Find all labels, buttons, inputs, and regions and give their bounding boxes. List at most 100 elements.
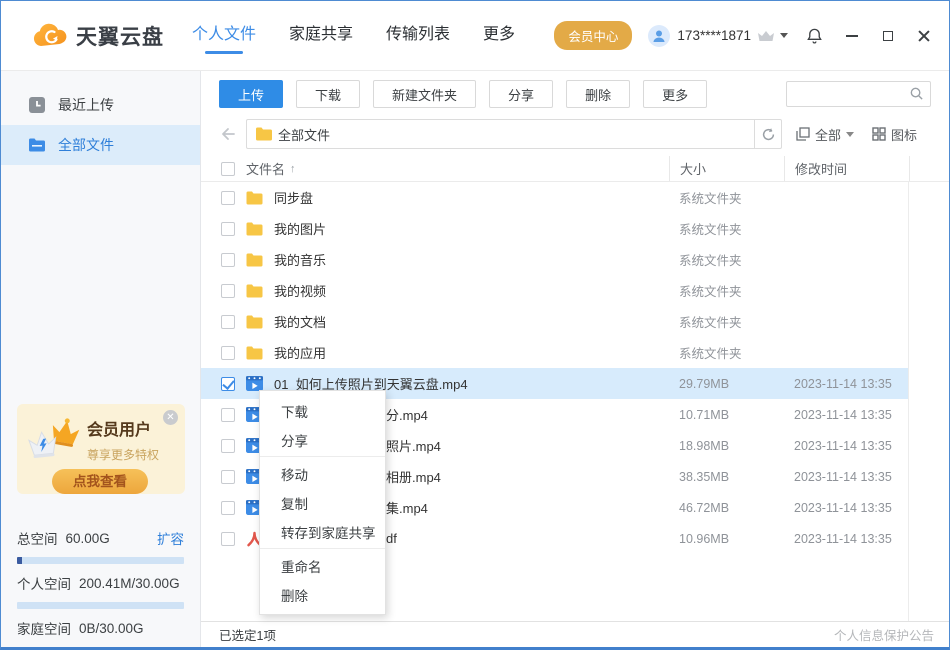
row-checkbox[interactable] (221, 470, 235, 484)
file-name: 我的视频 (274, 281, 669, 300)
file-date: 2023-11-14 13:35 (784, 532, 909, 546)
personal-space-value: 200.41M/30.00G (79, 576, 180, 591)
toolbar-button[interactable]: 新建文件夹 (373, 80, 476, 108)
file-size: 29.79MB (669, 377, 784, 391)
cloud-logo-icon (31, 23, 69, 49)
table-row[interactable]: 我的图片 系统文件夹 (201, 213, 949, 244)
column-size[interactable]: 大小 (669, 156, 784, 181)
context-menu-item[interactable]: 重命名 (260, 551, 385, 580)
search-icon[interactable] (909, 86, 924, 101)
column-date[interactable]: 修改时间 (784, 156, 909, 181)
row-checkbox[interactable] (221, 253, 235, 267)
grid-view-icon (872, 127, 886, 141)
folder-icon (246, 191, 263, 205)
back-button[interactable] (219, 126, 236, 142)
nav-tab[interactable]: 家庭共享 (289, 14, 353, 58)
context-menu-item[interactable]: 下载 (260, 396, 385, 425)
row-checkbox[interactable] (221, 377, 235, 391)
filter-dropdown[interactable]: 全部 (796, 125, 854, 144)
context-menu: 下载 分享 移动 复制 转存到家庭共享 重命名 删除 (259, 390, 386, 615)
sidebar: 最近上传 全部文件 (1, 71, 201, 647)
address-bar[interactable]: 全部文件 (246, 119, 782, 149)
title-bar: 天翼云盘 个人文件 家庭共享 传输列表 更多 会员中心 173****1871 (1, 1, 949, 71)
user-avatar[interactable] (648, 25, 670, 47)
clock-icon (29, 97, 45, 113)
total-space-label: 总空间 (17, 528, 58, 548)
row-checkbox[interactable] (221, 532, 235, 546)
row-checkbox[interactable] (221, 501, 235, 515)
expand-storage-link[interactable]: 扩容 (157, 528, 184, 548)
promo-cta-button[interactable]: 点我查看 (52, 469, 148, 494)
file-size: 系统文件夹 (669, 343, 784, 362)
sidebar-item[interactable]: 全部文件 (1, 125, 200, 165)
table-row[interactable]: 我的音乐 系统文件夹 (201, 244, 949, 275)
account-dropdown-caret[interactable] (780, 33, 788, 38)
toolbar-button[interactable]: 删除 (566, 80, 630, 108)
context-menu-item[interactable]: 删除 (260, 580, 385, 609)
family-space-label: 家庭空间 (17, 618, 71, 638)
person-icon (651, 28, 667, 44)
close-icon (918, 30, 930, 42)
folder-icon (246, 346, 263, 360)
column-name[interactable]: 文件名 (246, 159, 285, 178)
vip-promo-banner[interactable]: ✕ 会员 (17, 404, 185, 494)
header-right: 会员中心 173****1871 (554, 21, 931, 50)
toolbar-button[interactable]: 分享 (489, 80, 553, 108)
file-date: 2023-11-14 13:35 (784, 408, 909, 422)
maximize-button[interactable] (881, 29, 895, 43)
app-logo: 天翼云盘 (31, 21, 164, 51)
app-window: 天翼云盘 个人文件 家庭共享 传输列表 更多 会员中心 173****1871 (0, 0, 950, 650)
toolbar-button[interactable]: 上传 (219, 80, 283, 108)
folder-icon (29, 138, 45, 152)
file-name: 我的音乐 (274, 250, 669, 269)
row-checkbox[interactable] (221, 439, 235, 453)
row-checkbox[interactable] (221, 222, 235, 236)
close-button[interactable] (917, 29, 931, 43)
view-mode-toggle[interactable]: 图标 (872, 125, 917, 144)
privacy-notice-link[interactable]: 个人信息保护公告 (834, 625, 934, 644)
promo-close-icon[interactable]: ✕ (163, 410, 178, 425)
selection-count: 已选定1项 (219, 625, 276, 644)
notification-bell-icon[interactable] (806, 27, 823, 45)
family-space-bar (17, 602, 184, 609)
row-checkbox[interactable] (221, 191, 235, 205)
context-menu-item[interactable]: 转存到家庭共享 (260, 517, 385, 549)
context-menu-item[interactable]: 移动 (260, 459, 385, 488)
view-controls: 全部 图标 (796, 125, 917, 144)
refresh-button[interactable] (754, 120, 781, 148)
nav-tab[interactable]: 更多 (483, 14, 515, 58)
select-all-checkbox[interactable] (221, 162, 235, 176)
row-checkbox[interactable] (221, 315, 235, 329)
file-name: 同步盘 (274, 188, 669, 207)
folder-icon (246, 222, 263, 236)
row-checkbox[interactable] (221, 346, 235, 360)
table-row[interactable]: 同步盘 系统文件夹 (201, 182, 949, 213)
table-row[interactable]: 我的应用 系统文件夹 (201, 337, 949, 368)
context-menu-item[interactable]: 复制 (260, 488, 385, 517)
vip-center-button[interactable]: 会员中心 (554, 21, 632, 50)
sidebar-item-label: 全部文件 (58, 135, 114, 155)
personal-space-bar (17, 557, 184, 564)
crowns-icon (25, 414, 87, 460)
maximize-icon (883, 31, 893, 41)
app-title: 天翼云盘 (76, 21, 164, 51)
file-name: 我的图片 (274, 219, 669, 238)
folder-icon (246, 284, 263, 298)
table-row[interactable]: 我的视频 系统文件夹 (201, 275, 949, 306)
nav-tab[interactable]: 传输列表 (386, 14, 450, 58)
file-name: 我的应用 (274, 343, 669, 362)
toolbar-button[interactable]: 下载 (296, 80, 360, 108)
promo-subtitle: 尊享更多特权 (87, 446, 159, 463)
search-box (786, 81, 931, 107)
personal-space-label: 个人空间 (17, 573, 71, 593)
toolbar-button[interactable]: 更多 (643, 80, 707, 108)
minimize-button[interactable] (845, 29, 859, 43)
sidebar-item[interactable]: 最近上传 (1, 85, 200, 125)
row-checkbox[interactable] (221, 284, 235, 298)
context-menu-item[interactable]: 分享 (260, 425, 385, 457)
file-size: 46.72MB (669, 501, 784, 515)
row-checkbox[interactable] (221, 408, 235, 422)
nav-tab[interactable]: 个人文件 (192, 14, 256, 58)
file-date: 2023-11-14 13:35 (784, 501, 909, 515)
table-row[interactable]: 我的文档 系统文件夹 (201, 306, 949, 337)
